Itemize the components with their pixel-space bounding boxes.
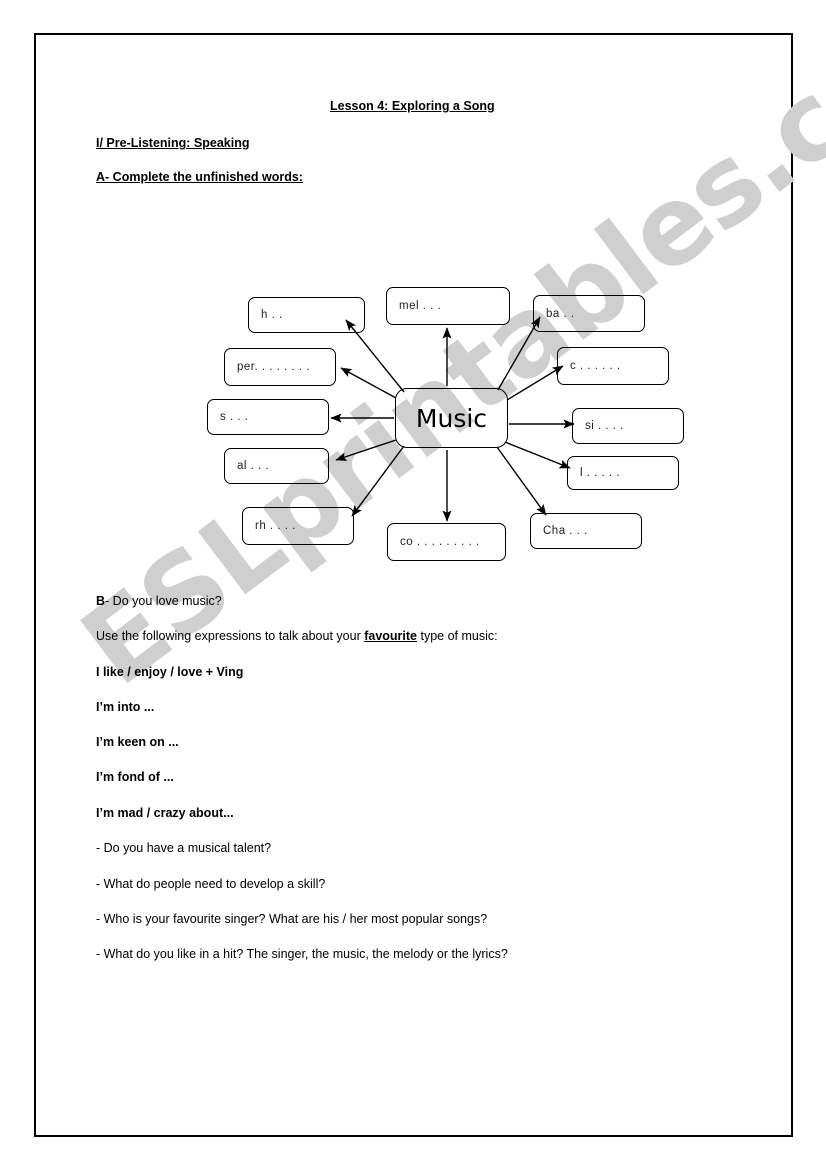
task-a-heading: A- Complete the unfinished words: xyxy=(96,170,303,184)
task-b-prompt: B- Do you love music? xyxy=(96,594,222,609)
task-b-question: - Do you love music? xyxy=(105,594,222,608)
instruction-part-1: Use the following expressions to talk ab… xyxy=(96,629,365,643)
page-title: Lesson 4: Exploring a Song xyxy=(330,99,495,113)
expression-line: I’m into ... xyxy=(96,700,155,714)
discussion-question: - What do you like in a hit? The singer,… xyxy=(96,947,508,961)
discussion-question: - Who is your favourite singer? What are… xyxy=(96,912,488,926)
instruction-emphasis: favourite xyxy=(364,629,417,643)
worksheet-content: Lesson 4: Exploring a Song I/ Pre-Listen… xyxy=(0,0,826,1169)
expression-line: I’m mad / crazy about... xyxy=(96,806,234,820)
instruction-part-2: type of music: xyxy=(417,629,498,643)
section-heading: I/ Pre-Listening: Speaking xyxy=(96,136,250,150)
task-b-instruction: Use the following expressions to talk ab… xyxy=(96,629,498,644)
expression-line: I’m keen on ... xyxy=(96,735,179,749)
discussion-question: - Do you have a musical talent? xyxy=(96,841,272,855)
discussion-question: - What do people need to develop a skill… xyxy=(96,877,326,891)
task-b-letter: B xyxy=(96,594,106,608)
expression-line: I’m fond of ... xyxy=(96,770,174,784)
expression-line: I like / enjoy / love + Ving xyxy=(96,665,244,679)
